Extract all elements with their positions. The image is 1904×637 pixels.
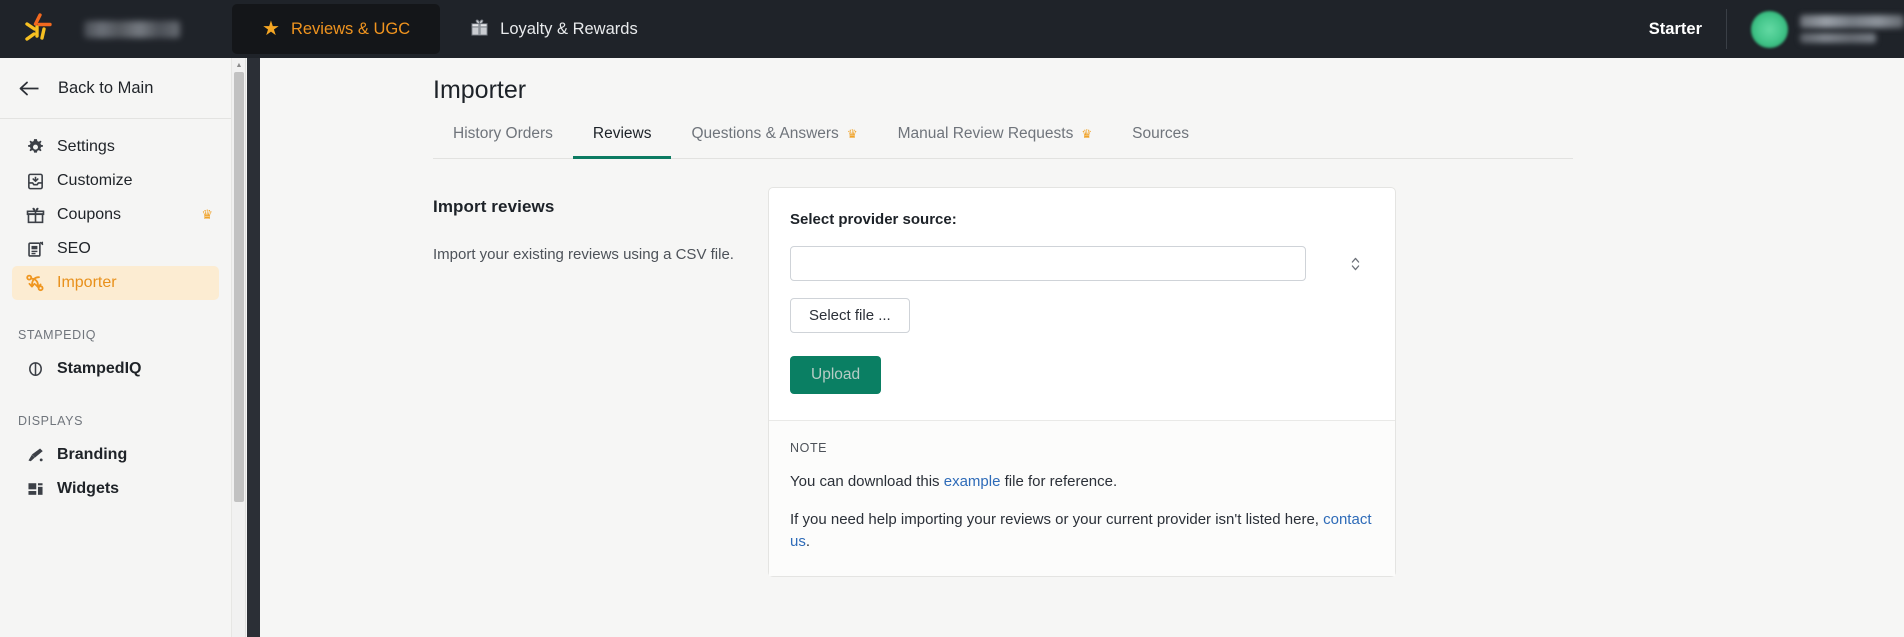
plan-badge: Starter	[1648, 19, 1702, 38]
import-note-section: NOTE You can download this example file …	[769, 421, 1395, 577]
scrollbar-up-arrow[interactable]: ▲	[232, 58, 246, 72]
nav-tab-label: Reviews & UGC	[290, 19, 411, 38]
star-icon: ★	[262, 18, 280, 40]
tab-label: Questions & Answers	[691, 125, 839, 142]
provider-source-field	[790, 246, 1374, 281]
top-nav: ★ Reviews & UGC Loyalty & Rewards	[232, 0, 668, 58]
chevron-updown-icon	[1351, 246, 1360, 281]
tab-label: History Orders	[453, 125, 553, 142]
arrow-left-icon	[18, 81, 40, 96]
sidebar-item-label: SEO	[57, 240, 91, 257]
user-name-redacted[interactable]	[1800, 15, 1904, 43]
sidebar-item-label: Settings	[57, 138, 115, 155]
scrollbar-thumb[interactable]	[234, 72, 244, 502]
sidebar-group-stampediq-title: STAMPEDIQ	[18, 328, 97, 342]
sidebar-scrollbar[interactable]: ▲	[232, 58, 246, 637]
note-line-2-text-before: If you need help importing your reviews …	[790, 510, 1324, 528]
sidebar-item-coupons[interactable]: Coupons ♛	[12, 198, 219, 232]
sidebar-group-displays-title: DISPLAYS	[18, 414, 84, 428]
crown-badge-icon: ♛	[846, 127, 858, 141]
page-title: Importer	[433, 76, 527, 104]
sidebar-back-to-main[interactable]: Back to Main	[0, 58, 231, 118]
tab-questions-answers[interactable]: Questions & Answers ♛	[671, 125, 877, 159]
divider	[1726, 9, 1727, 49]
sidebar-back-label: Back to Main	[58, 78, 154, 97]
note-line-1-text-before: You can download this	[790, 473, 944, 490]
importer-tabs: History Orders Reviews Questions & Answe…	[433, 125, 1573, 159]
note-title: NOTE	[790, 441, 828, 455]
crown-badge-icon: ♛	[1081, 127, 1093, 141]
tab-reviews[interactable]: Reviews	[572, 125, 672, 159]
crown-badge-icon: ♛	[201, 207, 213, 222]
starburst-logo-icon	[25, 13, 52, 41]
tab-label: Sources	[1132, 125, 1189, 142]
tab-manual-review-requests[interactable]: Manual Review Requests ♛	[878, 125, 1113, 159]
gift-icon	[470, 18, 489, 41]
sidebar-item-label: Importer	[57, 274, 117, 291]
tab-label: Manual Review Requests	[897, 125, 1074, 142]
paintbrush-icon	[18, 446, 52, 465]
importer-content: Import reviews Import your existing revi…	[433, 187, 1904, 578]
page-gutter	[247, 58, 260, 637]
sidebar-item-stampediq[interactable]: StampedIQ	[12, 352, 219, 386]
app-logo[interactable]	[10, 12, 68, 46]
example-link[interactable]: example	[944, 473, 1001, 490]
sidebar-item-branding[interactable]: Branding	[12, 438, 219, 472]
sidebar-item-seo[interactable]: SEO	[12, 232, 219, 266]
note-line-1: You can download this example file for r…	[790, 471, 1374, 493]
top-bar-right: Starter	[1649, 0, 1904, 58]
sidebar-item-settings[interactable]: Settings	[12, 130, 219, 164]
tab-history-orders[interactable]: History Orders	[433, 125, 573, 159]
import-form-card: Select provider source: Select file ... …	[768, 187, 1396, 578]
sidebar-item-label: Customize	[57, 172, 133, 189]
import-heading: Import reviews	[433, 197, 555, 216]
inbox-icon	[18, 172, 52, 191]
sidebar-primary-list: Settings Customize Coupons ♛ SEO Importe…	[0, 130, 231, 300]
widgets-layout-icon	[18, 480, 52, 499]
clipboard-icon	[18, 240, 52, 259]
sidebar-item-widgets[interactable]: Widgets	[12, 472, 219, 506]
import-shuffle-icon	[18, 273, 52, 293]
sidebar-item-label: Coupons	[57, 206, 122, 223]
brand-name-redacted	[84, 20, 180, 38]
sidebar-item-label: Widgets	[57, 480, 120, 497]
main-content: Importer History Orders Reviews Question…	[260, 58, 1904, 637]
import-description: Import your existing reviews using a CSV…	[433, 246, 734, 263]
sidebar-item-customize[interactable]: Customize	[12, 164, 219, 198]
note-line-1-text-after: file for reference.	[1000, 473, 1118, 490]
sidebar: Back to Main Settings Customize Coupons …	[0, 58, 232, 637]
import-form-body: Select provider source: Select file ... …	[769, 188, 1395, 420]
note-line-2: If you need help importing your reviews …	[790, 509, 1374, 553]
import-description-column: Import reviews Import your existing revi…	[433, 187, 768, 577]
gift-icon	[18, 206, 52, 225]
sidebar-divider	[0, 118, 231, 119]
provider-source-select[interactable]	[790, 246, 1306, 281]
nav-tab-reviews-ugc[interactable]: ★ Reviews & UGC	[232, 4, 441, 54]
upload-button[interactable]: Upload	[790, 356, 882, 394]
top-bar: ★ Reviews & UGC Loyalty & Rewards Starte…	[0, 0, 1904, 58]
tab-label: Reviews	[592, 125, 652, 142]
nav-tab-label: Loyalty & Rewards	[500, 19, 638, 38]
tab-sources[interactable]: Sources	[1112, 125, 1209, 159]
brain-icon	[18, 360, 52, 379]
nav-tab-loyalty-rewards[interactable]: Loyalty & Rewards	[440, 4, 668, 54]
gear-icon	[18, 138, 52, 157]
select-file-button[interactable]: Select file ...	[790, 298, 910, 333]
provider-source-label: Select provider source:	[790, 211, 957, 228]
avatar[interactable]	[1751, 10, 1788, 48]
sidebar-item-importer[interactable]: Importer	[12, 266, 219, 300]
sidebar-item-label: StampedIQ	[57, 360, 142, 377]
note-line-2-text-after: .	[805, 532, 811, 550]
sidebar-item-label: Branding	[57, 446, 128, 463]
